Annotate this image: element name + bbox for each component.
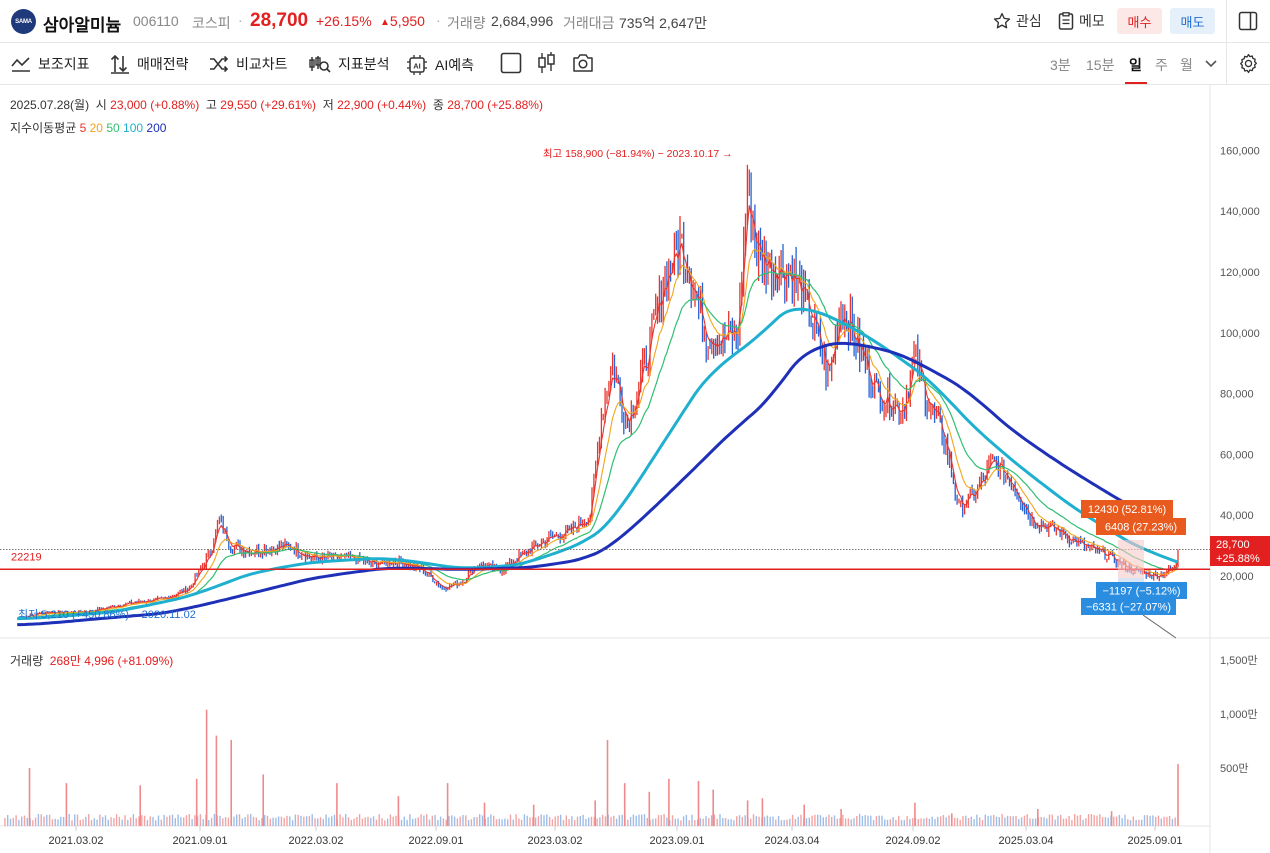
svg-text:AI: AI	[413, 62, 421, 71]
y-tick-label: 20,000	[1220, 571, 1254, 583]
x-tick-label: 2023.09.01	[649, 835, 704, 847]
change-amount-value: 5,950	[389, 13, 425, 29]
amount-value: 735억 2,647만	[619, 15, 708, 31]
memo-label: 메모	[1079, 13, 1105, 29]
stock-code: 006110	[133, 13, 179, 29]
indicators-label: 보조지표	[38, 56, 90, 72]
chart-toolbar: 보조지표 매매전략 비교차트 지표분석 AI AI예측 3분 15분 일 주 월	[0, 43, 1270, 85]
timeframe-15min[interactable]: 15분	[1086, 55, 1114, 75]
watch-label: 관심	[1016, 13, 1042, 29]
candlestick-icon[interactable]	[537, 51, 557, 75]
volume-tick-label: 500만	[1220, 762, 1248, 775]
volume-tick-label: 1,000만	[1220, 708, 1258, 721]
x-tick-label: 2025.09.01	[1127, 835, 1182, 847]
x-tick-label: 2024.03.04	[764, 835, 819, 847]
measure-box-1: 12430 (52.81%)	[1088, 504, 1166, 516]
ai-chip-icon: AI	[407, 55, 427, 75]
x-tick-label: 2022.03.02	[288, 835, 343, 847]
settings-gear-icon[interactable]	[1238, 53, 1259, 74]
up-triangle-icon: ▲	[380, 17, 390, 28]
measure-box-2: 6408 (27.23%)	[1105, 522, 1177, 534]
shuffle-icon	[210, 55, 229, 73]
separator-dot: ·	[436, 12, 441, 28]
y-tick-label: 120,000	[1220, 267, 1260, 279]
volume-value: 2,684,996	[491, 13, 554, 29]
measure-box-4: −6331 (−27.07%)	[1086, 602, 1171, 614]
x-tick-label: 2023.03.02	[527, 835, 582, 847]
watch-button[interactable]: 관심	[993, 11, 1042, 31]
toolbar-divider	[1226, 43, 1227, 85]
market-name: 코스피	[192, 15, 231, 31]
y-tick-label: 160,000	[1220, 145, 1260, 157]
high-annotation: 최고 158,900 (−81.94%) − 2023.10.17 →	[543, 148, 733, 160]
low-annotation: 최저 5,210 (+450.86%) − 2020.11.02	[18, 608, 196, 621]
active-timeframe-indicator	[1125, 82, 1147, 84]
header-divider	[1226, 0, 1227, 43]
ma5-line	[17, 205, 1179, 620]
company-logo: SAMA	[11, 9, 36, 34]
timeframe-day[interactable]: 일	[1129, 55, 1142, 75]
volume-label: 거래량	[447, 15, 486, 31]
timeframe-month[interactable]: 월	[1180, 55, 1193, 75]
y-tick-label: 140,000	[1220, 206, 1260, 218]
current-price-tag-pct: +25.88%	[1216, 553, 1260, 565]
x-tick-label: 2025.03.04	[998, 835, 1053, 847]
camera-icon[interactable]	[572, 53, 594, 73]
memo-icon	[1058, 12, 1074, 30]
strategy-label: 매매전략	[137, 56, 189, 72]
stock-header: SAMA 삼아알미늄 006110 코스피 · 28,700 +26.15% ▲…	[0, 0, 1270, 43]
reference-line-label: 22219	[11, 551, 42, 563]
up-down-arrows-icon	[110, 54, 129, 74]
compare-button[interactable]: 비교차트	[209, 54, 288, 74]
separator-dot: ·	[238, 12, 243, 28]
y-tick-label: 100,000	[1220, 328, 1260, 340]
current-price-tag-price: 28,700	[1216, 539, 1250, 551]
x-tick-label: 2022.09.01	[408, 835, 463, 847]
change-percent: +26.15%	[316, 13, 372, 29]
ai-predict-button[interactable]: AI AI예측	[406, 54, 474, 76]
buy-button[interactable]: 매수	[1117, 8, 1162, 34]
sell-button[interactable]: 매도	[1170, 8, 1215, 34]
y-tick-label: 40,000	[1220, 510, 1254, 522]
timeframe-3min[interactable]: 3분	[1050, 55, 1071, 75]
measure-guide-line	[1142, 614, 1177, 639]
y-tick-label: 80,000	[1220, 389, 1254, 401]
ai-predict-label: AI예측	[435, 57, 474, 73]
analysis-label: 지표분석	[338, 56, 390, 72]
side-panel-icon[interactable]	[1238, 11, 1258, 31]
ma20-line	[17, 248, 1179, 620]
x-tick-label: 2021.09.01	[172, 835, 227, 847]
x-tick-label: 2021.03.02	[48, 835, 103, 847]
indicators-button[interactable]: 보조지표	[11, 54, 90, 74]
amount-label: 거래대금	[563, 15, 615, 31]
stock-name: 삼아알미늄	[43, 16, 122, 35]
star-icon	[993, 12, 1011, 29]
price-chart[interactable]: 최고 158,900 (−81.94%) − 2023.10.17 → 22219…	[0, 85, 1270, 853]
strategy-button[interactable]: 매매전략	[110, 54, 189, 74]
memo-button[interactable]: 메모	[1058, 11, 1105, 31]
measure-up-zone	[1118, 540, 1144, 578]
timeframe-week[interactable]: 주	[1155, 55, 1168, 75]
chevron-down-icon[interactable]	[1205, 59, 1217, 69]
analysis-button[interactable]: 지표분석	[309, 54, 390, 74]
compare-label: 비교차트	[236, 56, 288, 72]
drawing-box-icon[interactable]	[500, 52, 522, 74]
current-price: 28,700	[250, 10, 309, 31]
x-tick-label: 2024.09.02	[885, 835, 940, 847]
trend-line-icon	[11, 57, 30, 72]
change-amount: ▲5,950	[380, 13, 425, 29]
volume-tick-label: 1,500만	[1220, 654, 1258, 667]
measure-box-3: −1197 (−5.12%)	[1102, 586, 1180, 598]
y-tick-label: 60,000	[1220, 449, 1254, 461]
analysis-magnifier-icon	[309, 56, 331, 73]
